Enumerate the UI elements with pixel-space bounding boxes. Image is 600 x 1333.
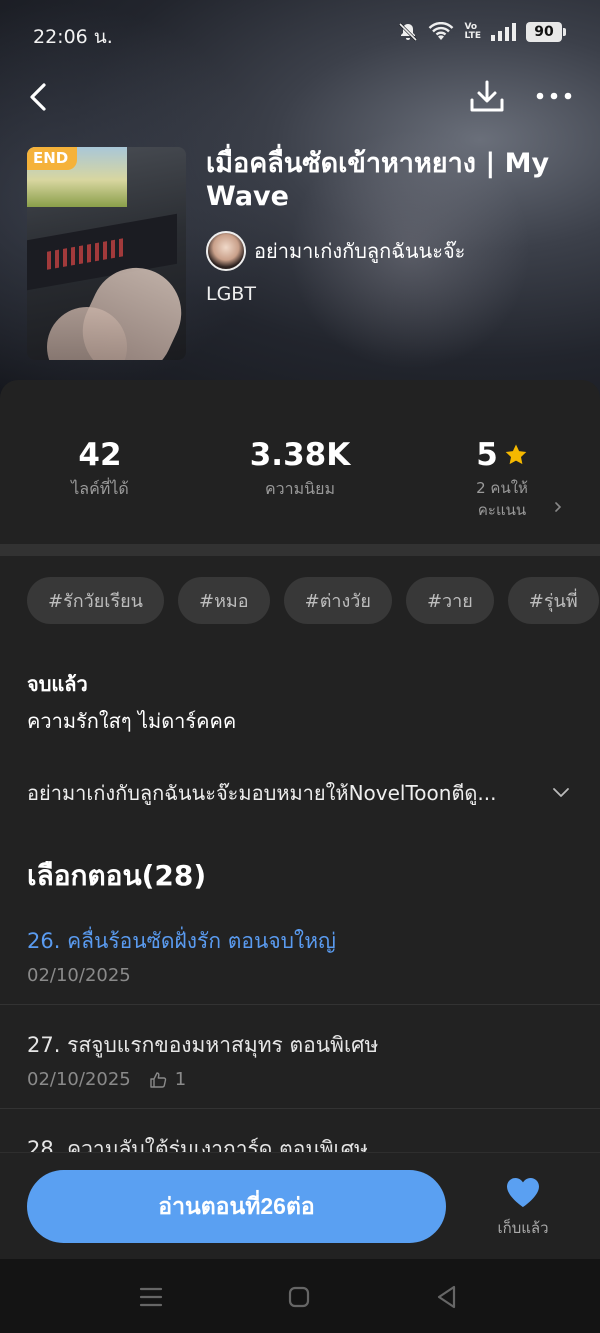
home-icon[interactable] [286, 1284, 312, 1310]
author-row[interactable]: อย่ามาเก่งกับลูกฉันนะจ๊ะ [206, 231, 465, 271]
chevron-right-icon[interactable] [551, 500, 565, 514]
book-title: เมื่อคลื่นซัดเข้าหาหยาง | My Wave [206, 148, 550, 212]
heart-icon[interactable] [505, 1176, 541, 1208]
episode-date: 02/10/2025 [27, 965, 131, 986]
stats-row: 42 ไลค์ที่ได้ 3.38K ความนิยม 5 2 คนให้ ค… [0, 405, 600, 545]
episode-like-count: 1 [174, 1069, 187, 1090]
tag-chip[interactable]: #วาย [405, 577, 494, 624]
status-time: 22:06 น. [33, 26, 113, 48]
episode-title[interactable]: 26. คลื่นร้อนซัดฝั่งรัก ตอนจบใหญ่ [27, 925, 336, 958]
continue-reading-button[interactable]: อ่านตอนที่26ต่อ [27, 1170, 446, 1243]
volte-icon: Vo LTE [464, 22, 481, 41]
book-cover: END [27, 147, 186, 360]
author-name[interactable]: อย่ามาเก่งกับลูกฉันนะจ๊ะ [254, 235, 465, 267]
tag-chip[interactable]: #รักวัยเรียน [27, 577, 164, 624]
thumbs-up-icon [150, 1071, 166, 1088]
favorite-button[interactable]: เก็บแล้ว [486, 1176, 560, 1246]
wifi-icon [429, 22, 454, 40]
download-icon[interactable] [468, 78, 506, 116]
tag-chip[interactable]: #รุ่นพี่ [507, 577, 599, 624]
rating-count-label: 2 คนให้ [476, 479, 528, 497]
completion-status: จบแล้ว [27, 672, 88, 696]
popularity-label: ความนิยม [264, 479, 336, 498]
description-text[interactable]: อย่ามาเก่งกับลูกฉันนะจ๊ะมอบหมายให้NovelT… [27, 777, 547, 809]
section-divider [0, 544, 600, 556]
chevron-down-icon[interactable] [551, 782, 571, 802]
rating-value: 5 [476, 437, 498, 473]
tag-chip[interactable]: #หมอ [177, 577, 270, 624]
tagline: ความรักใสๆ ไม่ดาร์คคค [27, 709, 237, 733]
favorite-label: เก็บแล้ว [497, 1219, 549, 1237]
end-badge: END [27, 147, 78, 170]
back-icon[interactable] [434, 1284, 460, 1310]
menu-icon[interactable] [138, 1284, 164, 1310]
stat-rating[interactable]: 5 2 คนให้ คะแนน [462, 437, 542, 521]
rating-label: คะแนน [477, 501, 527, 519]
episode-list-heading: เลือกตอน(28) [27, 859, 207, 892]
star-icon [505, 444, 527, 465]
genre-label: LGBT [206, 283, 256, 305]
episode-date: 02/10/2025 [27, 1069, 131, 1090]
author-avatar[interactable] [206, 231, 246, 271]
popularity-count: 3.38K [249, 437, 351, 473]
tag-list: #รักวัยเรียน #หมอ #ต่างวัย #วาย #รุ่นพี่ [27, 577, 600, 625]
battery-icon: 90 [526, 22, 566, 42]
stat-likes: 42 ไลค์ที่ได้ [52, 437, 148, 502]
status-bar: 22:06 น. Vo LTE 90 [0, 0, 600, 70]
mute-bell-icon [399, 22, 418, 42]
likes-count: 42 [78, 437, 122, 473]
likes-label: ไลค์ที่ได้ [71, 479, 129, 498]
back-arrow-icon[interactable] [22, 78, 58, 116]
stat-popularity: 3.38K ความนิยม [240, 437, 360, 502]
episode-title[interactable]: 27. รสจูบแรกของมหาสมุทร ตอนพิเศษ [27, 1029, 378, 1062]
more-options-icon[interactable] [534, 86, 574, 106]
tag-chip[interactable]: #ต่างวัย [283, 577, 392, 624]
signal-icon [491, 23, 516, 41]
